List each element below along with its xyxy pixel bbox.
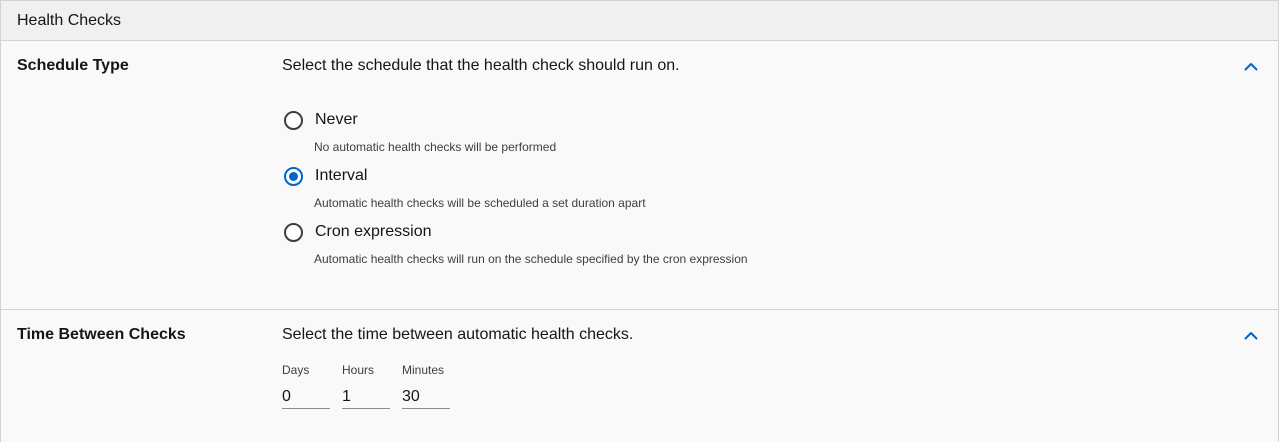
health-checks-panel: Health Checks Schedule Type Select the s… — [0, 0, 1279, 442]
time-between-checks-description: Select the time between automatic health… — [282, 326, 634, 343]
days-input[interactable] — [282, 385, 330, 409]
days-field: Days — [282, 363, 330, 409]
time-between-checks-collapse-button[interactable] — [1241, 326, 1261, 344]
schedule-type-collapse-button[interactable] — [1241, 57, 1261, 75]
schedule-type-description: Select the schedule that the health chec… — [282, 57, 680, 74]
radio-interval[interactable] — [284, 167, 303, 186]
schedule-type-section: Schedule Type Select the schedule that t… — [1, 41, 1278, 310]
radio-label-never[interactable]: Never — [315, 111, 358, 129]
panel-header: Health Checks — [1, 1, 1278, 41]
hours-input[interactable] — [342, 385, 390, 409]
radio-help-never: No automatic health checks will be perfo… — [314, 140, 557, 154]
radio-never[interactable] — [284, 111, 303, 130]
time-between-checks-label: Time Between Checks — [17, 326, 186, 343]
hours-field: Hours — [342, 363, 390, 409]
hours-label: Hours — [342, 363, 375, 377]
minutes-input[interactable] — [402, 385, 450, 409]
radio-label-cron[interactable]: Cron expression — [315, 223, 432, 241]
chevron-up-icon — [1244, 331, 1258, 339]
minutes-field: Minutes — [402, 363, 450, 409]
radio-label-interval[interactable]: Interval — [315, 167, 367, 185]
time-between-checks-section: Time Between Checks Select the time betw… — [1, 310, 1278, 443]
panel-title: Health Checks — [17, 12, 122, 29]
radio-help-cron: Automatic health checks will run on the … — [314, 252, 748, 266]
chevron-up-icon — [1244, 62, 1258, 70]
radio-cron[interactable] — [284, 223, 303, 242]
days-label: Days — [282, 363, 310, 377]
radio-help-interval: Automatic health checks will be schedule… — [314, 196, 646, 210]
minutes-label: Minutes — [402, 363, 445, 377]
schedule-type-label: Schedule Type — [17, 57, 129, 74]
